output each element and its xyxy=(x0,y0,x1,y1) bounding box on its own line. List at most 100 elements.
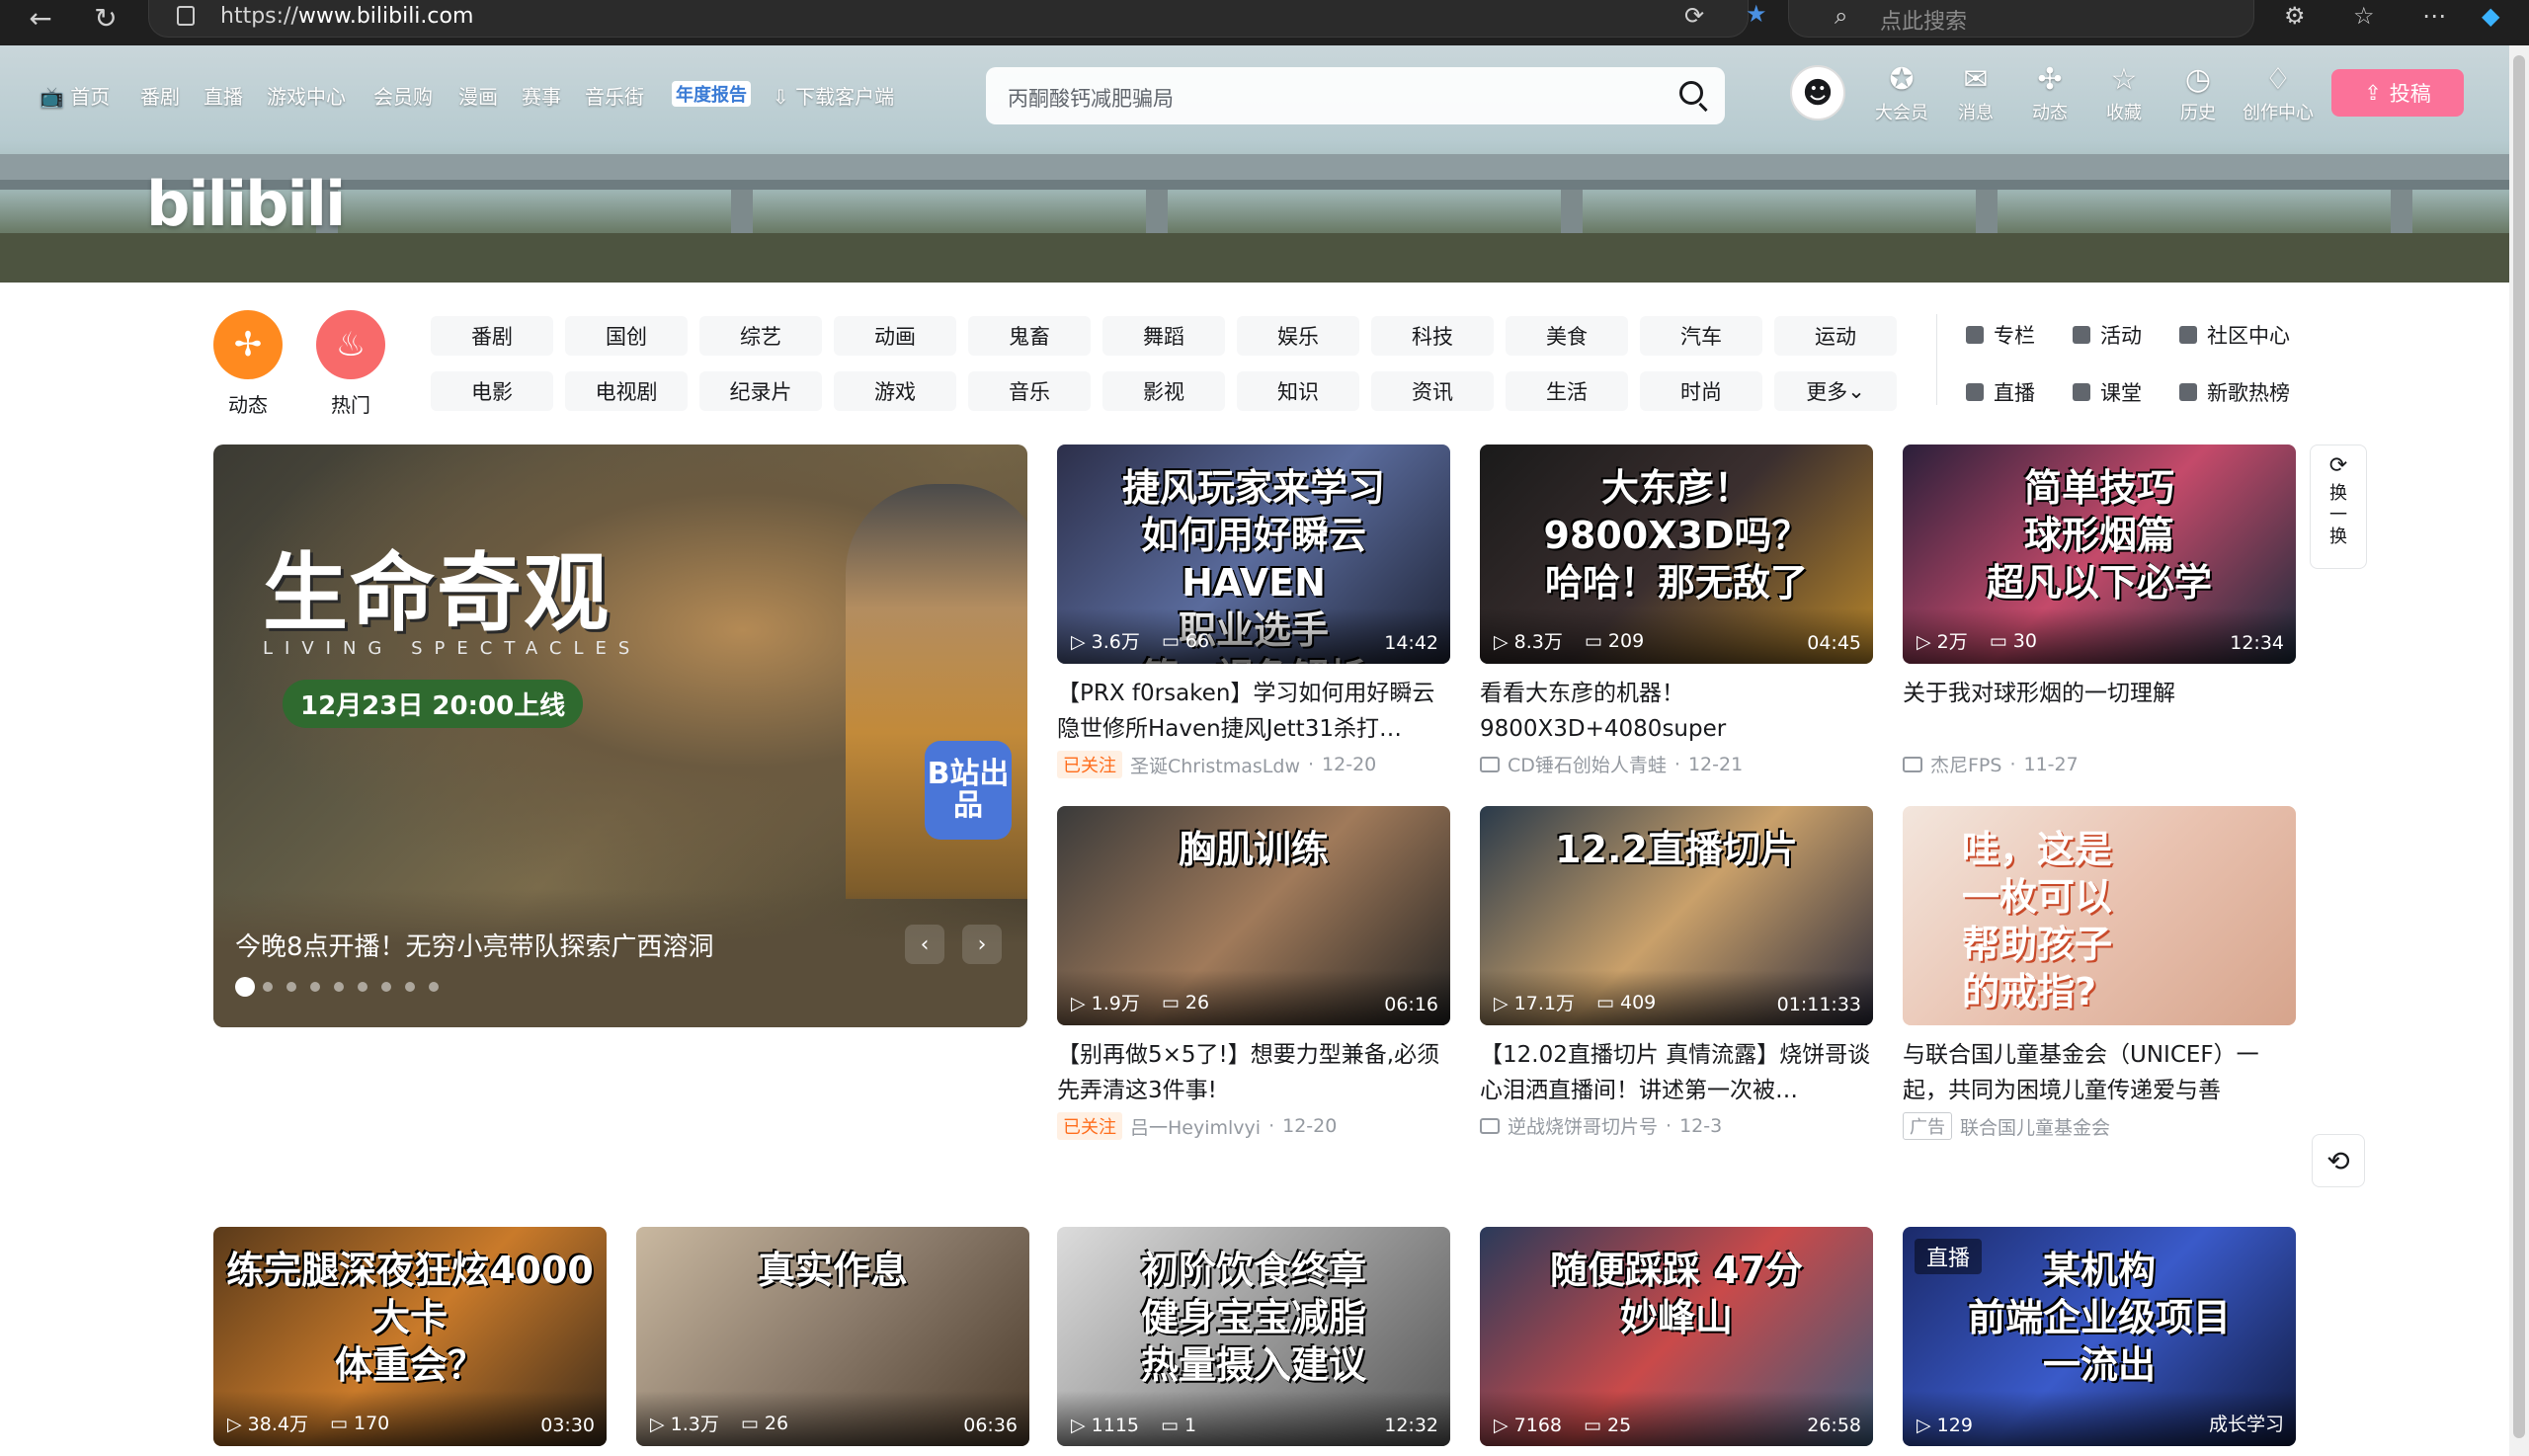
link-new-songs[interactable]: 新歌热榜 xyxy=(2179,377,2290,407)
channel-chip[interactable]: 纪录片 xyxy=(699,371,822,411)
nav-live[interactable]: 直播 xyxy=(204,81,243,110)
avatar[interactable]: ☻ xyxy=(1790,65,1845,121)
link-community[interactable]: 社区中心 xyxy=(2179,320,2290,350)
video-title[interactable]: 【12.02直播切片 真情流露】烧饼哥谈心泪洒直播间！讲述第一次被… xyxy=(1480,1037,1873,1108)
link-column[interactable]: 专栏 xyxy=(1966,320,2035,350)
link-activity[interactable]: 活动 xyxy=(2073,320,2142,350)
video-card[interactable]: 练完腿深夜狂炫4000大卡 体重会？ ▷ 38.4万 ▭ 170 03:30 xyxy=(213,1227,607,1446)
link-live[interactable]: 直播 xyxy=(1966,377,2035,407)
favorites-button[interactable]: ☆ 收藏 xyxy=(2089,63,2159,124)
channel-chip[interactable]: 动画 xyxy=(834,316,956,356)
history-button[interactable]: ◷ 历史 xyxy=(2163,63,2233,124)
uploader-name[interactable]: 联合国儿童基金会 xyxy=(1960,1113,2110,1140)
uploader-name[interactable]: 逆战烧饼哥切片号 xyxy=(1508,1112,1658,1139)
channel-chip[interactable]: 游戏 xyxy=(834,371,956,411)
channel-chip[interactable]: 音乐 xyxy=(968,371,1091,411)
featured-carousel[interactable]: 生命奇观 LIVING SPECTACLES 12月23日 20:00上线 B站… xyxy=(213,445,1027,1027)
video-thumbnail[interactable]: 简单技巧 球形烟篇 超凡以下必学 ▷ 2万 ▭ 30 12:34 xyxy=(1903,445,2296,664)
video-title[interactable]: 【别再做5×5了!】想要力型兼备,必须先弄清这3件事! xyxy=(1057,1037,1450,1108)
video-card[interactable]: 12.2直播切片 ▷ 17.1万 ▭ 409 01:11:33 【12.02直播切片 真… xyxy=(1480,806,1873,1139)
carousel-dot-active[interactable] xyxy=(235,977,255,997)
uploader-name[interactable]: CD锤石创始人青蛙 xyxy=(1508,751,1667,777)
video-title[interactable]: 关于我对球形烟的一切理解 xyxy=(1903,676,2296,747)
channel-chip[interactable]: 电影 xyxy=(431,371,553,411)
carousel-caption[interactable]: 今晚8点开播！无穷小亮带队探索广西溶洞 xyxy=(235,927,714,963)
video-card[interactable]: 某机构 前端企业级项目 一流出 直播 ▷ 129 成长学习 xyxy=(1903,1227,2296,1446)
search-icon[interactable] xyxy=(1679,81,1703,105)
video-title[interactable]: 与联合国儿童基金会（UNICEF）一起，共同为困境儿童传递爱与善 xyxy=(1903,1037,2296,1108)
channel-chip[interactable]: 舞蹈 xyxy=(1102,316,1225,356)
video-thumbnail[interactable]: 胸肌训练 ▷ 1.9万 ▭ 26 06:16 xyxy=(1057,806,1450,1025)
channel-chip[interactable]: 鬼畜 xyxy=(968,316,1091,356)
favorite-star-icon[interactable]: ★ xyxy=(1746,0,1767,28)
back-arrow-icon[interactable]: ← xyxy=(14,0,67,36)
video-thumbnail[interactable]: 捷风玩家来学习 如何用好瞬云 HAVEN 职业选手 第一视角解析▷ 3.6万▭ … xyxy=(1057,445,1450,664)
video-title[interactable]: 看看大东彦的机器！9800X3D+4080super xyxy=(1480,676,1873,747)
channel-chip[interactable]: 汽车 xyxy=(1640,316,1762,356)
nav-bangumi[interactable]: 番剧 xyxy=(140,81,180,110)
video-thumbnail[interactable]: 真实作息 ▷ 1.3万 ▭ 26 06:36 xyxy=(636,1227,1029,1446)
dynamic-circle-button[interactable]: ✢ xyxy=(213,310,283,379)
video-card[interactable]: 真实作息 ▷ 1.3万 ▭ 26 06:36 xyxy=(636,1227,1029,1446)
browser-search-box[interactable]: ⌕ 点此搜索 xyxy=(1788,0,2254,38)
video-thumbnail[interactable]: 随便踩踩 47分 妙峰山 ▷ 7168 ▭ 25 26:58 xyxy=(1480,1227,1873,1446)
carousel-dot[interactable] xyxy=(334,982,344,992)
nav-esports[interactable]: 赛事 xyxy=(522,81,561,110)
carousel-dot[interactable] xyxy=(405,982,415,992)
bilibili-logo[interactable]: bilibili xyxy=(146,168,346,240)
channel-chip[interactable]: 时尚 xyxy=(1640,371,1762,411)
creator-center-button[interactable]: ♢ 创作中心 xyxy=(2239,63,2318,124)
upload-button[interactable]: ⇪ 投稿 xyxy=(2331,69,2464,117)
video-card[interactable]: 胸肌训练 ▷ 1.9万 ▭ 26 06:16 【别再做5×5了!】想要力型兼备,必须先弄… xyxy=(1057,806,1450,1140)
reload-icon[interactable]: ↻ xyxy=(79,0,132,36)
collections-icon[interactable]: ☆ xyxy=(2353,2,2375,30)
channel-chip[interactable]: 综艺 xyxy=(699,316,822,356)
video-thumbnail[interactable]: 初阶饮食终章 健身宝宝减脂 热量摄入建议 ▷ 1115 ▭ 1 12:32 xyxy=(1057,1227,1450,1446)
nav-annual-report[interactable]: 年度报告 xyxy=(672,81,751,107)
hot-circle-button[interactable]: ♨ xyxy=(316,310,385,379)
refresh-button[interactable]: ⟳ 换一换 xyxy=(2310,445,2367,569)
video-card[interactable]: 简单技巧 球形烟篇 超凡以下必学 ▷ 2万 ▭ 30 12:34 关于我对球形烟的一切理… xyxy=(1903,445,2296,777)
search-input[interactable]: 丙酮酸钙减肥骗局 xyxy=(986,67,1725,124)
carousel-dot[interactable] xyxy=(358,982,367,992)
watch-later-button[interactable]: ⟲ xyxy=(2312,1134,2365,1187)
nav-music[interactable]: 音乐街 xyxy=(585,81,644,110)
more-menu-icon[interactable]: ⋯ xyxy=(2422,2,2446,30)
video-card[interactable]: 初阶饮食终章 健身宝宝减脂 热量摄入建议 ▷ 1115 ▭ 1 12:32 xyxy=(1057,1227,1450,1446)
message-button[interactable]: ✉ 消息 xyxy=(1941,63,2010,124)
uploader-name[interactable]: 杰尼FPS xyxy=(1930,751,2001,777)
channel-chip[interactable]: 娱乐 xyxy=(1237,316,1359,356)
channel-chip[interactable]: 国创 xyxy=(565,316,688,356)
video-thumbnail[interactable]: 练完腿深夜狂炫4000大卡 体重会？ ▷ 38.4万 ▭ 170 03:30 xyxy=(213,1227,607,1446)
channel-chip[interactable]: 知识 xyxy=(1237,371,1359,411)
copilot-icon[interactable]: ◆ xyxy=(2482,2,2499,30)
link-classroom[interactable]: 课堂 xyxy=(2073,377,2142,407)
video-thumbnail[interactable]: 某机构 前端企业级项目 一流出 直播 ▷ 129 成长学习 xyxy=(1903,1227,2296,1446)
video-thumbnail[interactable]: 12.2直播切片 ▷ 17.1万 ▭ 409 01:11:33 xyxy=(1480,806,1873,1025)
video-thumbnail[interactable]: 大东彦！ 9800X3D吗？ 哈哈！那无敌了 ▷ 8.3万 ▭ 209 04:45 xyxy=(1480,445,1873,664)
nav-game-center[interactable]: 游戏中心 xyxy=(267,81,346,110)
carousel-dot[interactable] xyxy=(286,982,296,992)
page-scrollbar[interactable] xyxy=(2509,45,2529,1456)
channel-chip[interactable]: 美食 xyxy=(1506,316,1628,356)
address-bar[interactable]: https://www.bilibili.com ⟳ ★ xyxy=(148,0,1767,38)
channel-chip[interactable]: 科技 xyxy=(1371,316,1494,356)
scrollbar-thumb[interactable] xyxy=(2513,55,2525,1438)
video-card[interactable]: 捷风玩家来学习 如何用好瞬云 HAVEN 职业选手 第一视角解析▷ 3.6万▭ … xyxy=(1057,445,1450,778)
nav-download-client[interactable]: ⇩ 下载客户端 xyxy=(773,81,894,110)
more-channels-button[interactable]: 更多 ⌄ xyxy=(1774,371,1897,411)
carousel-dot[interactable] xyxy=(429,982,439,992)
channel-chip[interactable]: 电视剧 xyxy=(565,371,688,411)
translate-icon[interactable]: ⟳ xyxy=(1684,2,1704,30)
video-card[interactable]: 哇，这是 一枚可以 帮助孩子 的戒指? 与联合国儿童基金会（UNICEF）一起，共… xyxy=(1903,806,2296,1140)
extensions-icon[interactable]: ⚙ xyxy=(2284,2,2306,30)
vip-button[interactable]: ✪ 大会员 xyxy=(1867,63,1936,124)
uploader-name[interactable]: 吕一Heyimlvyi xyxy=(1130,1113,1261,1140)
carousel-next-button[interactable]: › xyxy=(962,925,1002,964)
nav-manga[interactable]: 漫画 xyxy=(458,81,498,110)
video-card[interactable]: 随便踩踩 47分 妙峰山 ▷ 7168 ▭ 25 26:58 xyxy=(1480,1227,1873,1446)
video-card[interactable]: 大东彦！ 9800X3D吗？ 哈哈！那无敌了 ▷ 8.3万 ▭ 209 04:45 看看… xyxy=(1480,445,1873,777)
uploader-name[interactable]: 圣诞ChristmasLdw xyxy=(1130,752,1300,778)
nav-home[interactable]: 📺 首页 xyxy=(40,81,110,110)
video-title[interactable]: 【PRX f0rsaken】学习如何用好瞬云隐世修所Haven捷风Jett31杀… xyxy=(1057,676,1450,747)
